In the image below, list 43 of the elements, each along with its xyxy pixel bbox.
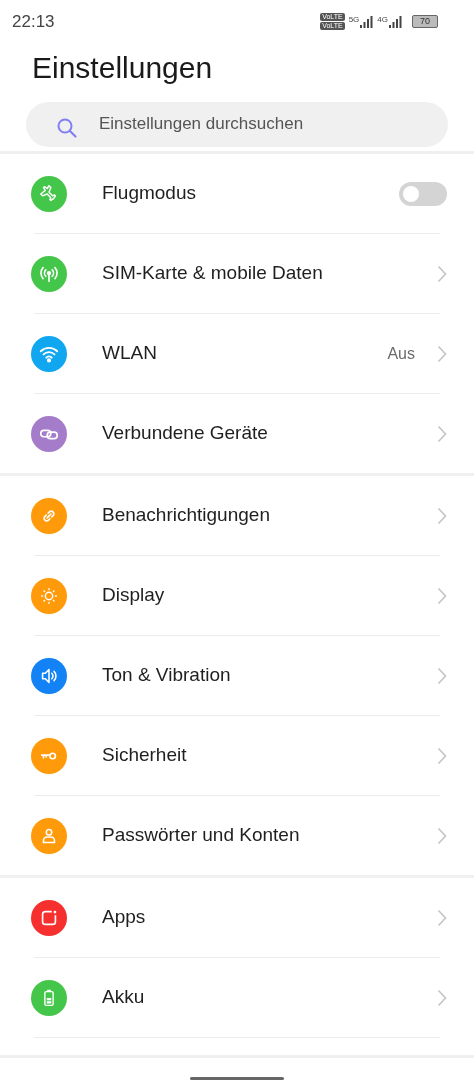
signal-icon [389, 15, 402, 29]
settings-label: Display [102, 583, 166, 608]
settings-row[interactable]: WLAN Aus [0, 314, 474, 393]
toggle-switch[interactable] [399, 181, 447, 206]
chevron-right-icon [437, 424, 447, 443]
search-field[interactable]: Einstellungen durchsuchen [26, 101, 448, 147]
settings-row[interactable]: Verbundene Geräte [0, 394, 474, 473]
chevron-right-icon [437, 826, 447, 845]
settings-label: SIM-Karte & mobile Daten [102, 261, 324, 286]
chevron-right-icon [437, 666, 447, 685]
network-type: 4G [377, 15, 388, 25]
chevron-right-icon [437, 586, 447, 605]
settings-label: Apps [102, 905, 147, 930]
settings-label: Sicherheit [102, 743, 188, 768]
settings-row[interactable]: Flugmodus [0, 154, 474, 233]
settings-label: Akku [102, 985, 146, 1010]
network-type: 5G [348, 15, 360, 25]
chevron-right-icon [437, 344, 447, 363]
chevron-right-icon [437, 908, 447, 927]
settings-label: Benachrichtigungen [102, 503, 271, 528]
settings-row[interactable]: Apps [0, 878, 474, 957]
settings-label: Passwörter und Konten [102, 823, 301, 848]
settings-label: Flugmodus [102, 181, 197, 206]
chevron-right-icon [437, 506, 447, 525]
clock: 22:13 [12, 11, 55, 34]
chevron-right-icon [437, 988, 447, 1007]
battery-indicator: 70 [412, 15, 438, 29]
settings-row[interactable]: Passwörter und Konten [0, 796, 474, 875]
settings-row[interactable]: Display [0, 556, 474, 635]
chevron-right-icon [437, 746, 447, 765]
settings-row[interactable]: Benachrichtigungen [0, 476, 474, 555]
search-icon [56, 116, 78, 139]
settings-row[interactable]: SIM-Karte & mobile Daten [0, 234, 474, 313]
settings-label: WLAN [102, 341, 158, 366]
chevron-right-icon [437, 264, 447, 283]
settings-row[interactable]: Sicherheit [0, 716, 474, 795]
page-title: Einstellungen [31, 49, 214, 86]
settings-row[interactable]: Akku [0, 958, 474, 1037]
signal-icon [360, 15, 374, 29]
status-value: Aus [387, 343, 415, 364]
settings-row[interactable]: Ton & Vibration [0, 636, 474, 715]
settings-label: Ton & Vibration [102, 663, 232, 688]
settings-label: Verbundene Geräte [102, 421, 269, 446]
